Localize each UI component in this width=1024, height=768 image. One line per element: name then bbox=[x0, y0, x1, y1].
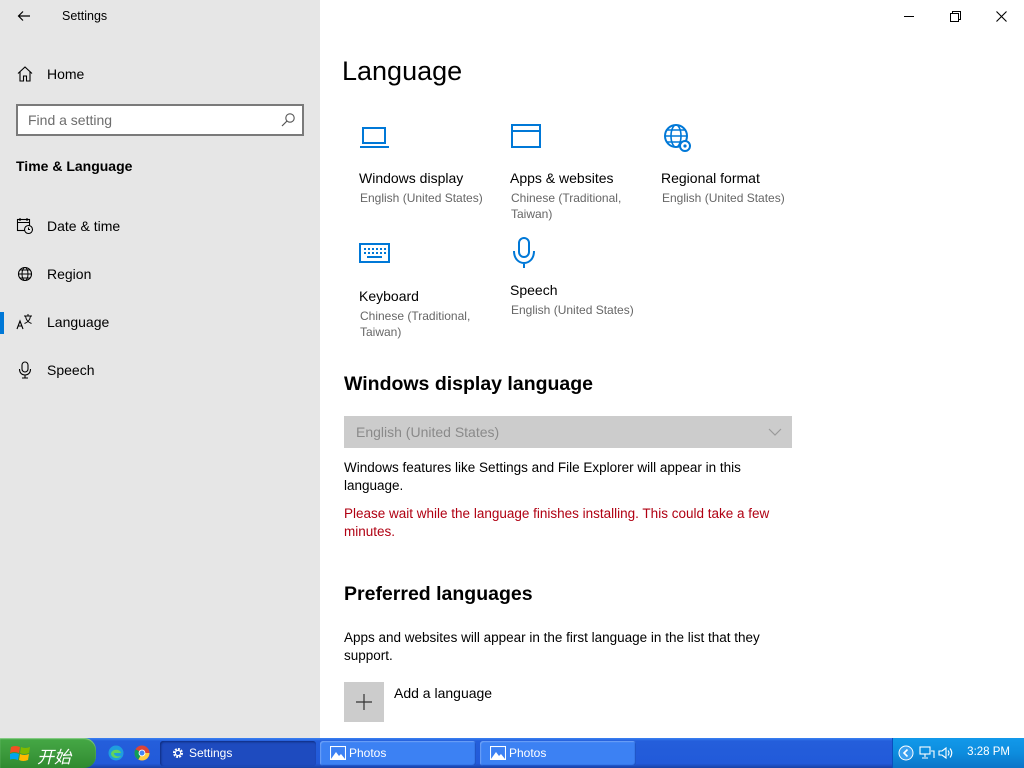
clock[interactable]: 3:28 PM bbox=[967, 746, 1010, 758]
taskbar-item-label: Settings bbox=[189, 746, 233, 760]
plus-icon bbox=[356, 694, 372, 710]
tile-sublabel: Chinese (Traditional, Taiwan) bbox=[511, 191, 622, 221]
monitor-icon bbox=[360, 127, 389, 148]
system-tray: 3:28 PM bbox=[892, 738, 1024, 768]
tile-speech[interactable]: Speech English (United States) bbox=[510, 237, 650, 327]
taskbar-item-settings[interactable]: Settings bbox=[160, 741, 316, 766]
back-button[interactable] bbox=[8, 4, 40, 28]
sidebar-item-label: Date & time bbox=[47, 218, 121, 234]
sidebar-item-language[interactable]: Language bbox=[0, 302, 320, 342]
chevron-down-icon bbox=[768, 428, 782, 436]
add-language-button[interactable]: Add a language bbox=[344, 682, 544, 722]
tile-windows-display[interactable]: Windows display English (United States) bbox=[359, 124, 499, 214]
search-box[interactable] bbox=[16, 104, 304, 136]
tile-apps-websites[interactable]: Apps & websites Chinese (Traditional, Ta… bbox=[510, 124, 650, 221]
add-button[interactable] bbox=[344, 682, 384, 722]
taskbar-item-label: Photos bbox=[509, 746, 547, 760]
start-label: 开始 bbox=[37, 748, 71, 768]
network-icon[interactable] bbox=[919, 746, 935, 760]
taskbar-item-photos[interactable]: Photos bbox=[480, 741, 636, 766]
tile-sublabel: English (United States) bbox=[360, 191, 483, 205]
taskbar-item-photos[interactable]: Photos bbox=[320, 741, 476, 766]
microphone-icon bbox=[513, 237, 535, 268]
calendar-clock-icon bbox=[16, 218, 34, 235]
tile-regional-format[interactable]: Regional format English (United States) bbox=[661, 124, 801, 214]
preferred-languages-description: Apps and websites will appear in the fir… bbox=[344, 630, 760, 663]
sidebar-home-label: Home bbox=[47, 66, 85, 82]
tile-label: Speech bbox=[510, 282, 558, 298]
taskbar: 开始 Settings Photos Photos 3:28 PM bbox=[0, 738, 1024, 768]
globe-icon bbox=[17, 266, 33, 282]
taskbar-item-label: Photos bbox=[349, 746, 387, 760]
photos-icon bbox=[490, 746, 506, 760]
sidebar-item-region[interactable]: Region bbox=[0, 254, 320, 294]
window-icon bbox=[511, 124, 541, 148]
preferred-languages-heading: Preferred languages bbox=[344, 583, 533, 605]
restore-icon bbox=[949, 10, 961, 22]
sidebar-item-date-time[interactable]: Date & time bbox=[0, 206, 320, 246]
globe-settings-icon bbox=[664, 124, 691, 152]
tile-sublabel: English (United States) bbox=[511, 303, 634, 317]
sidebar-item-label: Region bbox=[47, 266, 92, 282]
tile-label: Apps & websites bbox=[510, 170, 614, 186]
close-icon bbox=[995, 10, 1007, 22]
tile-sublabel: English (United States) bbox=[662, 191, 785, 205]
dropdown-value: English (United States) bbox=[356, 424, 500, 440]
sidebar-section-title: Time & Language bbox=[16, 158, 133, 174]
gear-icon bbox=[172, 747, 184, 759]
app-title: Settings bbox=[62, 9, 108, 23]
restore-button[interactable] bbox=[932, 0, 978, 32]
back-arrow-icon bbox=[17, 11, 30, 21]
add-language-label: Add a language bbox=[394, 685, 493, 701]
display-language-dropdown[interactable]: English (United States) bbox=[344, 416, 792, 448]
sidebar-item-label: Language bbox=[47, 314, 110, 330]
tile-sublabel: Chinese (Traditional, Taiwan) bbox=[360, 309, 471, 339]
close-button[interactable] bbox=[978, 0, 1024, 32]
install-warning: Please wait while the language finishes … bbox=[344, 506, 770, 539]
display-language-description: Windows features like Settings and File … bbox=[344, 460, 741, 493]
sidebar-home[interactable]: Home bbox=[0, 56, 320, 92]
volume-icon[interactable] bbox=[938, 746, 954, 760]
language-icon bbox=[16, 314, 32, 330]
tile-label: Keyboard bbox=[359, 288, 419, 304]
tray-expand-icon[interactable] bbox=[898, 745, 914, 761]
tile-keyboard[interactable]: Keyboard Chinese (Traditional, Taiwan) bbox=[359, 242, 499, 339]
sidebar-item-speech[interactable]: Speech bbox=[0, 350, 320, 390]
start-button[interactable]: 开始 bbox=[0, 738, 96, 768]
title-bar: Settings bbox=[0, 0, 320, 32]
page-title: Language bbox=[342, 56, 463, 86]
home-icon bbox=[17, 66, 33, 82]
search-input[interactable] bbox=[18, 106, 268, 134]
display-language-heading: Windows display language bbox=[344, 373, 594, 395]
sidebar: Settings Home Time & Language Date & tim… bbox=[0, 0, 320, 738]
chrome-icon[interactable] bbox=[134, 745, 150, 761]
sidebar-item-label: Speech bbox=[47, 362, 95, 378]
photos-icon bbox=[330, 746, 346, 760]
microphone-icon bbox=[18, 361, 32, 379]
tile-label: Windows display bbox=[359, 170, 464, 186]
minimize-button[interactable] bbox=[886, 0, 932, 32]
edge-icon[interactable] bbox=[108, 745, 124, 761]
search-icon[interactable] bbox=[280, 112, 296, 128]
keyboard-icon bbox=[359, 243, 390, 263]
minimize-icon bbox=[904, 16, 914, 17]
tile-label: Regional format bbox=[661, 170, 760, 186]
windows-flag-icon bbox=[10, 746, 30, 761]
